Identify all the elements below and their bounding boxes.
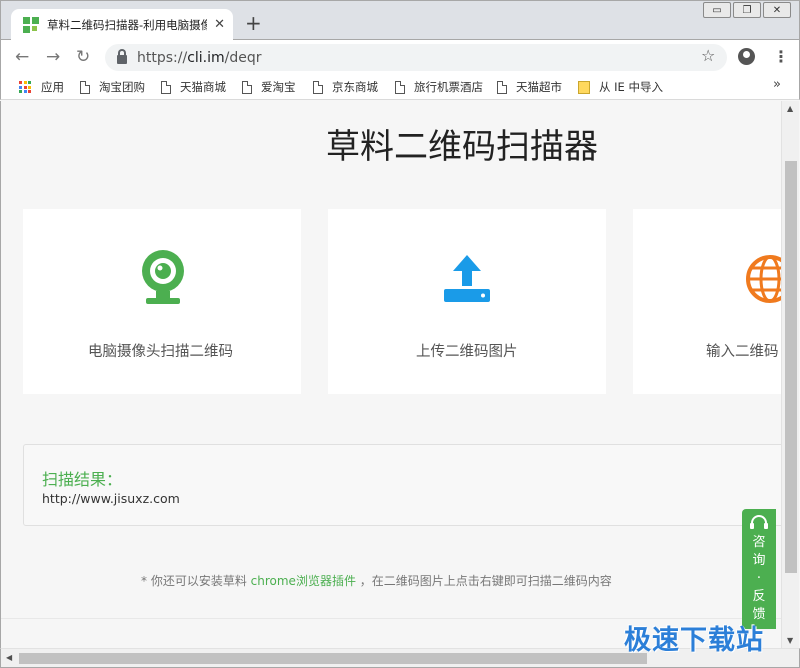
page-icon <box>313 80 323 94</box>
bookmark-travel[interactable]: 旅行机票酒店 <box>395 79 483 95</box>
folder-icon <box>578 80 590 94</box>
back-arrow-icon[interactable]: ← <box>15 47 29 67</box>
webcam-icon <box>142 250 184 304</box>
apps-icon <box>19 81 31 93</box>
card-label: 电脑摄像头扫描二维码 <box>88 344 233 360</box>
result-value[interactable]: http://www.jisuxz.com <box>42 491 180 506</box>
scroll-down-icon[interactable]: ▼ <box>787 636 793 645</box>
card-label: 上传二维码图片 <box>416 344 518 360</box>
bookmark-jd[interactable]: 京东商城 <box>313 79 378 95</box>
bookmarks-bar: 应用 淘宝团购 天猫商城 爱淘宝 京东商城 旅行机票酒店 天猫超市 从 IE 中… <box>0 74 800 100</box>
card-webcam-scan[interactable]: 电脑摄像头扫描二维码 <box>23 209 301 394</box>
card-input-qr[interactable]: 输入二维码 <box>633 209 781 394</box>
page-title: 草料二维码扫描器 <box>326 127 598 167</box>
page-icon <box>395 80 405 94</box>
account-icon[interactable] <box>738 48 755 65</box>
url-text: https://cli.im/deqr <box>137 49 262 66</box>
bookmark-apps[interactable]: 应用 <box>19 79 64 95</box>
card-label: 输入二维码 <box>706 344 779 360</box>
page-icon <box>242 80 252 94</box>
globe-icon <box>746 255 781 303</box>
scan-result-panel: 扫描结果： http://www.jisuxz.com <box>23 444 781 526</box>
bookmark-star-icon[interactable]: ☆ <box>701 46 715 65</box>
vertical-scrollbar[interactable]: ▲ ▼ <box>781 101 799 648</box>
tab-title: 草料二维码扫描器-利用电脑摄像 <box>47 18 207 32</box>
page-icon <box>80 80 90 94</box>
install-tip: * 你还可以安装草料 chrome浏览器插件 ，在二维码图片上点击右键即可扫描二… <box>141 574 612 588</box>
bookmark-tmall-supermarket[interactable]: 天猫超市 <box>497 79 562 95</box>
menu-dots-icon[interactable]: ⋮ <box>773 47 789 66</box>
bookmark-taobao-group[interactable]: 淘宝团购 <box>80 79 145 95</box>
tab-close-icon[interactable]: ✕ <box>214 17 225 32</box>
bookmark-import-ie[interactable]: 从 IE 中导入 <box>578 79 663 95</box>
bookmark-tmall[interactable]: 天猫商城 <box>161 79 226 95</box>
window-controls: ▭ ❐ ✕ <box>701 2 791 18</box>
address-bar[interactable]: https://cli.im/deqr <box>105 44 727 71</box>
title-bar: 草料二维码扫描器-利用电脑摄像 ✕ + ▭ ❐ ✕ <box>0 0 800 41</box>
horizontal-scroll-thumb[interactable] <box>19 653 647 664</box>
lock-icon <box>117 49 127 64</box>
watermark: 极速下载站 <box>624 625 764 656</box>
card-upload-image[interactable]: 上传二维码图片 <box>328 209 606 394</box>
vertical-scroll-thumb[interactable] <box>785 161 797 573</box>
qr-favicon-icon <box>23 17 39 33</box>
browser-tab[interactable]: 草料二维码扫描器-利用电脑摄像 ✕ <box>11 9 233 41</box>
headset-icon <box>750 515 768 529</box>
scroll-up-icon[interactable]: ▲ <box>787 104 793 113</box>
reload-icon[interactable]: ↻ <box>76 47 90 67</box>
maximize-button[interactable]: ❐ <box>733 2 761 18</box>
result-title: 扫描结果： <box>42 470 123 489</box>
browser-toolbar: ← → ↻ https://cli.im/deqr ☆ ⋮ <box>0 40 800 74</box>
forward-arrow-icon[interactable]: → <box>46 47 60 67</box>
new-tab-button[interactable]: + <box>245 13 262 33</box>
page-icon <box>497 80 507 94</box>
chrome-plugin-link[interactable]: chrome浏览器插件 <box>251 574 356 588</box>
upload-icon <box>444 255 490 302</box>
page-icon <box>161 80 171 94</box>
bookmarks-more-icon[interactable]: » <box>773 77 781 92</box>
close-window-button[interactable]: ✕ <box>763 2 791 18</box>
feedback-button[interactable]: 咨 询 · 反 馈 <box>742 509 776 629</box>
scroll-left-icon[interactable]: ◀ <box>6 653 12 662</box>
page-viewport: 草料二维码扫描器 电脑摄像头扫描二维码 上传二维码图片 输入二维码 扫描结果： … <box>0 101 781 648</box>
bookmark-aitaobao[interactable]: 爱淘宝 <box>242 79 296 95</box>
minimize-button[interactable]: ▭ <box>703 2 731 18</box>
